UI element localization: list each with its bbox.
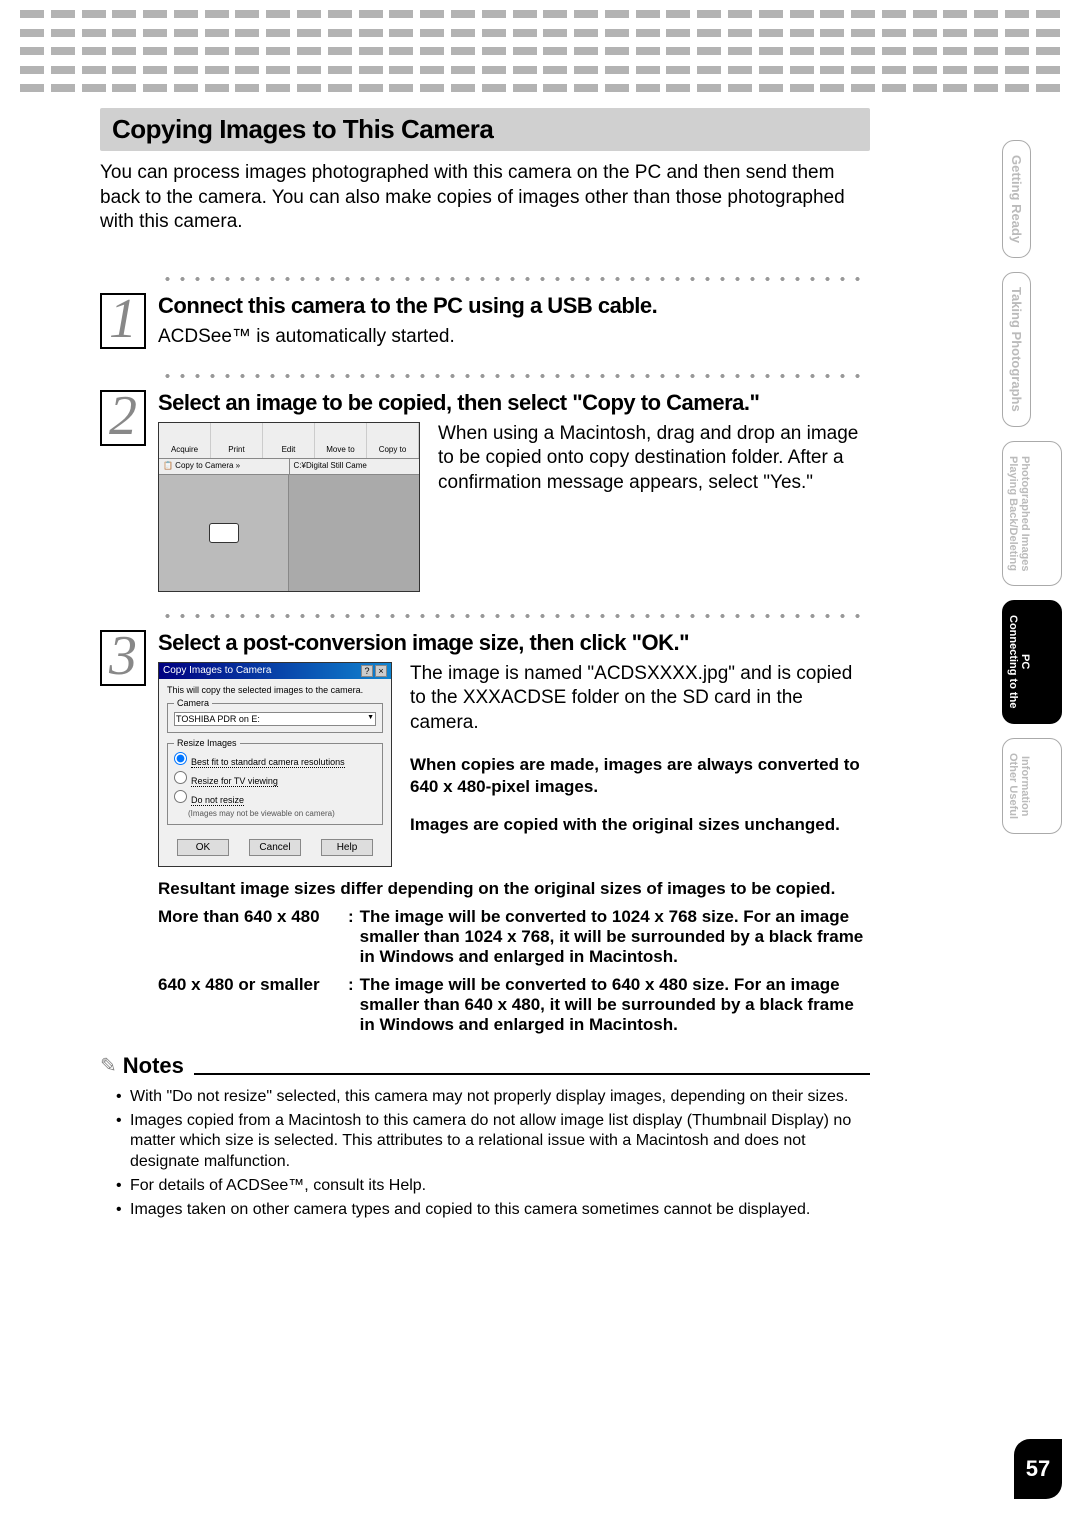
step-2-title: Select an image to be copied, then selec… xyxy=(158,390,870,416)
tab-getting-ready[interactable]: Getting Ready xyxy=(1002,140,1031,258)
group-resize-label: Resize Images xyxy=(174,738,240,748)
cancel-button: Cancel xyxy=(249,839,301,856)
result-row: More than 640 x 480 : The image will be … xyxy=(158,907,870,967)
close-icon: × xyxy=(375,665,387,677)
toolbar-moveto: Move to xyxy=(315,423,367,458)
decorative-grid xyxy=(20,10,1060,92)
step-2: 2 Select an image to be copied, then sel… xyxy=(100,390,870,592)
camera-icon xyxy=(209,523,239,543)
result-label-1: More than 640 x 480 xyxy=(158,907,348,967)
section-title: Copying Images to This Camera xyxy=(112,114,858,145)
tab-other-useful[interactable]: Other Useful Information xyxy=(1002,738,1062,834)
camera-select: TOSHIBA PDR on E: xyxy=(174,712,376,726)
note-item: For details of ACDSee™, consult its Help… xyxy=(130,1176,870,1197)
note-item: With "Do not resize" selected, this came… xyxy=(130,1087,870,1108)
tab-playing-back[interactable]: Playing Back/Deleting Photographed Image… xyxy=(1002,441,1062,587)
step-3: 3 Select a post-conversion image size, t… xyxy=(100,630,870,1035)
page-number: 57 xyxy=(1014,1439,1062,1499)
step-3-desc: The image is named "ACDSXXXX.jpg" and is… xyxy=(410,662,864,736)
result-desc-2: The image will be converted to 640 x 480… xyxy=(360,975,870,1035)
tab-connecting-pc[interactable]: Connecting to the PC xyxy=(1002,600,1062,724)
notes-rule xyxy=(194,1073,870,1075)
toolbar-print: Print xyxy=(211,423,263,458)
step-number-3: 3 xyxy=(100,630,146,686)
dialog-title: Copy Images to Camera xyxy=(163,665,271,677)
pencil-icon: ✎ xyxy=(100,1053,117,1078)
notes-title: Notes xyxy=(123,1053,184,1079)
dotted-rule-icon xyxy=(160,372,860,380)
result-label-2: 640 x 480 or smaller xyxy=(158,975,348,1035)
step-number-1: 1 xyxy=(100,293,146,349)
step-1-desc: ACDSee™ is automatically started. xyxy=(158,325,870,350)
toolbar-acquire: Acquire xyxy=(159,423,211,458)
radio-tv-viewing: Resize for TV viewing xyxy=(174,771,376,786)
help-button: ? xyxy=(361,665,373,677)
result-header: Resultant image sizes differ depending o… xyxy=(158,879,870,899)
dialog-msg: This will copy the selected images to th… xyxy=(167,685,383,695)
dotted-rule-icon xyxy=(160,275,860,283)
notes-section: ✎ Notes With "Do not resize" selected, t… xyxy=(100,1053,870,1221)
step-1-title: Connect this camera to the PC using a US… xyxy=(158,293,870,319)
dotted-rule-icon xyxy=(160,612,860,620)
acdsee-screenshot: Acquire Print Edit Move to Copy to 📋 Cop… xyxy=(158,422,420,592)
step-2-desc: When using a Macintosh, drag and drop an… xyxy=(438,422,864,496)
intro-text: You can process images photographed with… xyxy=(100,161,870,235)
step-1: 1 Connect this camera to the PC using a … xyxy=(100,293,870,362)
toolbar-edit: Edit xyxy=(263,423,315,458)
result-desc-1: The image will be converted to 1024 x 76… xyxy=(360,907,870,967)
help-button: Help xyxy=(321,839,373,856)
step-3-bold2: Images are copied with the original size… xyxy=(410,814,864,836)
result-row: 640 x 480 or smaller : The image will be… xyxy=(158,975,870,1035)
radio-do-not-resize: Do not resize xyxy=(174,790,376,805)
group-camera-label: Camera xyxy=(174,698,212,708)
copy-dialog-screenshot: Copy Images to Camera ?× This will copy … xyxy=(158,662,392,867)
note-item: Images copied from a Macintosh to this c… xyxy=(130,1111,870,1173)
step-3-title: Select a post-conversion image size, the… xyxy=(158,630,870,656)
radio-best-fit: Best fit to standard camera resolutions xyxy=(174,752,376,767)
path-label: C:¥Digital Still Came xyxy=(290,459,420,474)
copy-to-camera-label: 📋 Copy to Camera » xyxy=(159,459,290,474)
radio-hint: (Images may not be viewable on camera) xyxy=(188,809,376,818)
step-3-bold1: When copies are made, images are always … xyxy=(410,754,864,798)
toolbar-copyto: Copy to xyxy=(367,423,419,458)
tab-taking-photographs[interactable]: Taking Photographs xyxy=(1002,272,1031,427)
step-number-2: 2 xyxy=(100,390,146,446)
note-item: Images taken on other camera types and c… xyxy=(130,1200,870,1221)
thumbnail-preview xyxy=(289,475,419,591)
ok-button: OK xyxy=(177,839,229,856)
side-tabs: Getting Ready Taking Photographs Playing… xyxy=(1002,140,1062,848)
section-title-bar: Copying Images to This Camera xyxy=(100,108,870,151)
